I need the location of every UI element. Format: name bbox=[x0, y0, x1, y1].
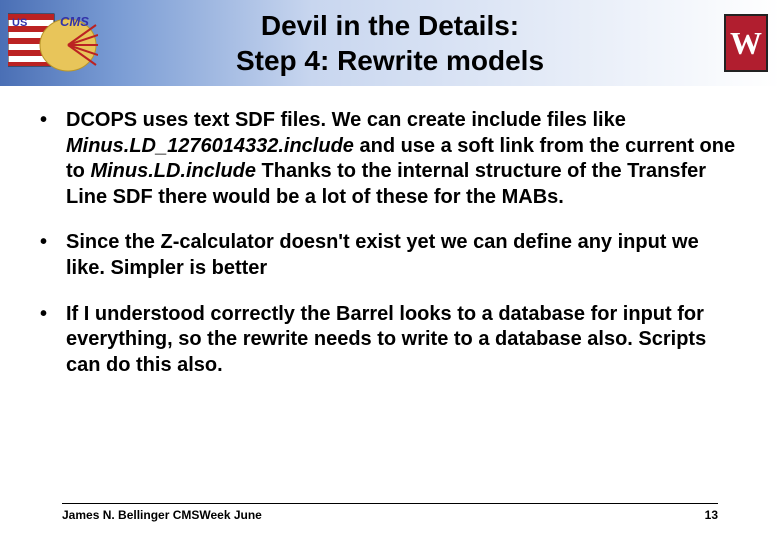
footer-page-number: 13 bbox=[705, 508, 718, 522]
slide-title: Devil in the Details: Step 4: Rewrite mo… bbox=[0, 8, 780, 78]
title-line-2: Step 4: Rewrite models bbox=[0, 43, 780, 78]
bullet-marker-icon: • bbox=[38, 230, 66, 281]
bullet-text: Since the Z-calculator doesn't exist yet… bbox=[66, 230, 742, 281]
bullet-item: • DCOPS uses text SDF files. We can crea… bbox=[38, 108, 742, 210]
bullet-marker-icon: • bbox=[38, 302, 66, 379]
text-italic: Minus.LD.include bbox=[90, 160, 256, 182]
slide-footer: James N. Bellinger CMSWeek June 13 bbox=[62, 503, 718, 522]
bullet-text: If I understood correctly the Barrel loo… bbox=[66, 302, 742, 379]
slide-header: US CMS W Devil in the Details: Step 4: R… bbox=[0, 0, 780, 86]
footer-divider bbox=[62, 503, 718, 504]
bullet-item: • If I understood correctly the Barrel l… bbox=[38, 302, 742, 379]
slide-body: • DCOPS uses text SDF files. We can crea… bbox=[0, 86, 780, 378]
bullet-item: • Since the Z-calculator doesn't exist y… bbox=[38, 230, 742, 281]
bullet-marker-icon: • bbox=[38, 108, 66, 210]
footer-author: James N. Bellinger CMSWeek June bbox=[62, 508, 262, 522]
title-line-1: Devil in the Details: bbox=[0, 8, 780, 43]
text-italic: Minus.LD_1276014332.include bbox=[66, 135, 354, 157]
text-segment: DCOPS uses text SDF files. We can create… bbox=[66, 109, 626, 131]
bullet-text: DCOPS uses text SDF files. We can create… bbox=[66, 108, 742, 210]
